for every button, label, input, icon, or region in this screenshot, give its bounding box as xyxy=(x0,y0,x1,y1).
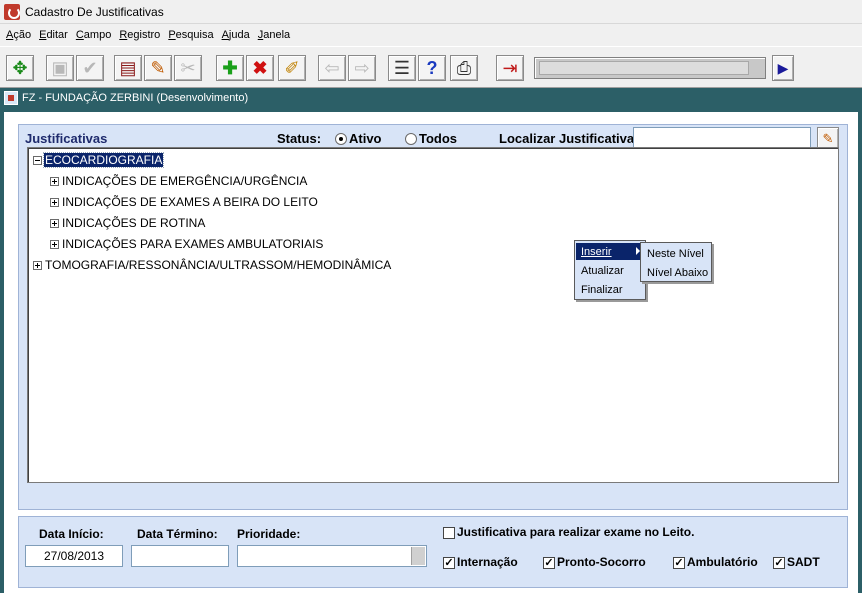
menu-editar[interactable]: Editar xyxy=(35,29,72,41)
dropdown-icon[interactable] xyxy=(411,547,425,565)
form-frame: Justificativas Status: Ativo Todos Local… xyxy=(0,108,862,593)
menu-janela[interactable]: Janela xyxy=(254,29,294,41)
context-menu-atualizar[interactable]: Atualizar xyxy=(576,262,644,279)
pronto-socorro-checkbox[interactable]: ✓ xyxy=(543,557,555,569)
collapse-icon[interactable] xyxy=(33,155,42,165)
ambulatorio-label: Ambulatório xyxy=(687,555,758,569)
expand-icon[interactable] xyxy=(50,218,59,228)
next-icon[interactable]: ▶ xyxy=(772,55,794,81)
radio-todos[interactable] xyxy=(405,133,417,145)
arrow-right-icon[interactable]: ⇨ xyxy=(348,55,376,81)
submenu-nivel-abaixo[interactable]: Nível Abaixo xyxy=(642,264,710,281)
search-input[interactable] xyxy=(633,127,811,149)
context-menu-inserir-label: Inserir xyxy=(581,245,612,258)
end-date-input[interactable] xyxy=(131,545,229,567)
justificativas-panel: Justificativas Status: Ativo Todos Local… xyxy=(18,124,848,510)
window-titlebar: Cadastro De Justificativas xyxy=(0,0,862,24)
end-date-label: Data Término: xyxy=(137,527,218,541)
clear-icon[interactable]: ✐ xyxy=(278,55,306,81)
internacao-label: Internação xyxy=(457,555,518,569)
expand-icon[interactable] xyxy=(50,239,59,249)
tree-node-child[interactable]: INDICAÇÕES DE EXAMES A BEIRA DO LEITO xyxy=(50,194,319,210)
section-label: Justificativas xyxy=(25,131,108,146)
sadt-checkbox[interactable]: ✓ xyxy=(773,557,785,569)
form-body: Justificativas Status: Ativo Todos Local… xyxy=(4,112,858,593)
toolbar: ✥ ▣ ✔ ▤ ✎ ✂ ✚ ✖ ✐ ⇦ ⇨ ☰ ? ⎙ ⇥ ▶ xyxy=(0,46,862,88)
exit-icon[interactable]: ⇥ xyxy=(496,55,524,81)
submenu-nivel-abaixo-label: Nível Abaixo xyxy=(647,266,709,279)
bed-checkbox[interactable] xyxy=(443,527,455,539)
tree-node-label[interactable]: INDICAÇÕES DE EXAMES A BEIRA DO LEITO xyxy=(61,195,319,209)
tree-node-label[interactable]: INDICAÇÕES DE EMERGÊNCIA/URGÊNCIA xyxy=(61,174,308,188)
internacao-checkbox[interactable]: ✓ xyxy=(443,557,455,569)
radio-ativo-label: Ativo xyxy=(349,131,382,146)
submenu-neste-nivel-label: Neste Nível xyxy=(647,247,704,260)
context-menu-atualizar-label: Atualizar xyxy=(581,264,624,277)
submenu: Neste Nível Nível Abaixo xyxy=(640,242,712,282)
print-preview-icon[interactable]: ▤ xyxy=(114,55,142,81)
sadt-label: SADT xyxy=(787,555,820,569)
radio-todos-label: Todos xyxy=(419,131,458,146)
cut-icon[interactable]: ✂ xyxy=(174,55,202,81)
context-menu-finalizar[interactable]: Finalizar xyxy=(576,281,644,298)
menu-ajuda[interactable]: Ajuda xyxy=(218,29,254,41)
status-field xyxy=(534,57,766,79)
status-field-inner xyxy=(539,61,749,75)
tree-node-label[interactable]: INDICAÇÕES PARA EXAMES AMBULATORIAIS xyxy=(61,237,324,251)
help-icon[interactable]: ? xyxy=(418,55,446,81)
tree-node-child[interactable]: INDICAÇÕES DE ROTINA xyxy=(50,215,206,231)
context-menu-finalizar-label: Finalizar xyxy=(581,283,623,296)
tree-node-label[interactable]: INDICAÇÕES DE ROTINA xyxy=(61,216,206,230)
print-icon[interactable]: ⎙ xyxy=(450,55,478,81)
priority-label: Prioridade: xyxy=(237,527,301,541)
radio-ativo[interactable] xyxy=(335,133,347,145)
inner-window-titlebar: FZ - FUNDAÇÃO ZERBINI (Desenvolvimento) xyxy=(0,88,862,108)
priority-select[interactable] xyxy=(237,545,427,567)
expand-icon[interactable] xyxy=(50,176,59,186)
move-icon[interactable]: ✥ xyxy=(6,55,34,81)
save-icon[interactable]: ▣ xyxy=(46,55,74,81)
expand-icon[interactable] xyxy=(33,260,42,270)
context-menu: Inserir Atualizar Finalizar xyxy=(574,240,646,300)
details-panel: Data Início: 27/08/2013 Data Término: Pr… xyxy=(18,516,848,588)
search-edit-icon[interactable]: ✎ xyxy=(817,127,839,149)
arrow-left-icon[interactable]: ⇦ xyxy=(318,55,346,81)
start-date-input[interactable]: 27/08/2013 xyxy=(25,545,123,567)
menu-registro[interactable]: Registro xyxy=(115,29,164,41)
justificativas-tree[interactable]: ECOCARDIOGRAFIA INDICAÇÕES DE EMERGÊNCIA… xyxy=(27,147,839,483)
delete-icon[interactable]: ✖ xyxy=(246,55,274,81)
start-date-label: Data Início: xyxy=(39,527,104,541)
expand-icon[interactable] xyxy=(50,197,59,207)
menu-pesquisa[interactable]: Pesquisa xyxy=(164,29,217,41)
window-title: Cadastro De Justificativas xyxy=(25,4,164,19)
edit-icon[interactable]: ✎ xyxy=(144,55,172,81)
menu-acao[interactable]: Ação xyxy=(2,29,35,41)
list-icon[interactable]: ☰ xyxy=(388,55,416,81)
pronto-socorro-label: Pronto-Socorro xyxy=(557,555,646,569)
tree-node-label[interactable]: ECOCARDIOGRAFIA xyxy=(42,152,165,168)
search-label: Localizar Justificativa: xyxy=(499,131,639,146)
ambulatorio-checkbox[interactable]: ✓ xyxy=(673,557,685,569)
submenu-neste-nivel[interactable]: Neste Nível xyxy=(642,245,710,262)
java-app-icon xyxy=(4,3,20,20)
tree-node-root[interactable]: TOMOGRAFIA/RESSONÂNCIA/ULTRASSOM/HEMODIN… xyxy=(33,257,392,273)
inner-window-title: FZ - FUNDAÇÃO ZERBINI (Desenvolvimento) xyxy=(22,92,249,104)
check-icon[interactable]: ✔ xyxy=(76,55,104,81)
tree-node-root[interactable]: ECOCARDIOGRAFIA xyxy=(33,152,165,168)
add-icon[interactable]: ✚ xyxy=(216,55,244,81)
tree-node-label[interactable]: TOMOGRAFIA/RESSONÂNCIA/ULTRASSOM/HEMODIN… xyxy=(44,258,392,272)
menu-bar: Ação Editar Campo Registro Pesquisa Ajud… xyxy=(0,24,862,46)
form-icon xyxy=(4,91,18,105)
status-label: Status: xyxy=(277,131,322,146)
context-menu-inserir[interactable]: Inserir xyxy=(576,243,644,260)
tree-node-child[interactable]: INDICAÇÕES PARA EXAMES AMBULATORIAIS xyxy=(50,236,324,252)
menu-campo[interactable]: Campo xyxy=(72,29,115,41)
bed-checkbox-label: Justificativa para realizar exame no Lei… xyxy=(457,525,695,539)
tree-node-child[interactable]: INDICAÇÕES DE EMERGÊNCIA/URGÊNCIA xyxy=(50,173,308,189)
